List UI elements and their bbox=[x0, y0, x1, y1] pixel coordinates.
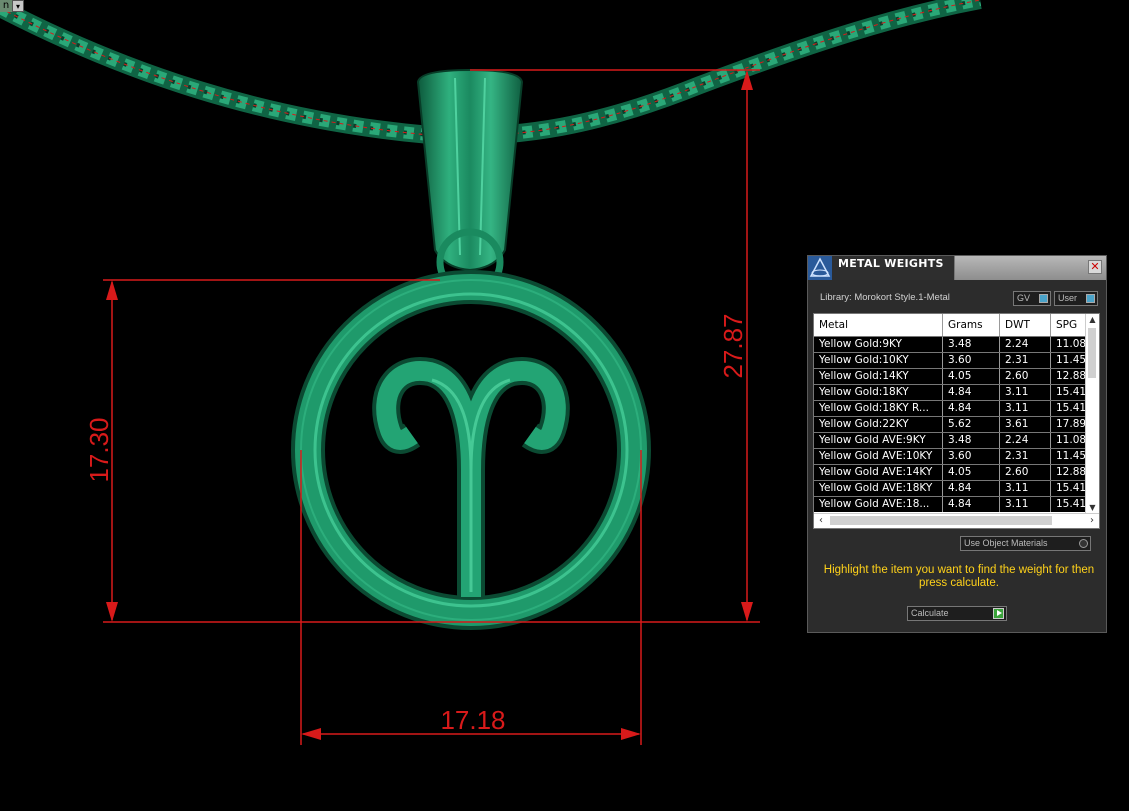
cell-dwt: 2.24 bbox=[1000, 337, 1051, 352]
pendant-bail bbox=[416, 68, 524, 296]
cell-grams: 3.60 bbox=[943, 353, 1000, 368]
cell-grams: 4.84 bbox=[943, 385, 1000, 400]
chevron-down-icon[interactable]: ▾ bbox=[12, 0, 24, 12]
cell-dwt: 2.60 bbox=[1000, 369, 1051, 384]
column-header-grams[interactable]: Grams bbox=[943, 314, 1000, 336]
user-label: User bbox=[1058, 293, 1078, 303]
cell-spg: 11.45 bbox=[1056, 450, 1087, 462]
gv-toggle[interactable]: GV bbox=[1013, 291, 1051, 306]
cell-metal: Yellow Gold:18KY R... bbox=[814, 401, 943, 416]
cell-spg: 15.41 bbox=[1056, 482, 1087, 494]
play-icon bbox=[993, 608, 1004, 619]
viewport-corner-menu[interactable]: n ▾ bbox=[0, 0, 24, 12]
horizontal-scrollbar[interactable]: ‹ › bbox=[814, 513, 1099, 528]
library-label: Library: Morokort Style.1-Metal bbox=[820, 292, 950, 303]
use-object-materials-toggle[interactable]: Use Object Materials bbox=[960, 536, 1091, 551]
table-row[interactable]: Yellow Gold AVE:14KY 4.05 2.60 12.88 bbox=[814, 464, 1087, 480]
scroll-thumb-horizontal[interactable] bbox=[830, 516, 1052, 525]
cell-dwt: 2.31 bbox=[1000, 353, 1051, 368]
table-row[interactable]: Yellow Gold AVE:18... 4.84 3.11 15.41 bbox=[814, 496, 1087, 512]
table-row[interactable]: Yellow Gold AVE:9KY 3.48 2.24 11.08 bbox=[814, 432, 1087, 448]
cell-dwt: 3.11 bbox=[1000, 401, 1051, 416]
table-row[interactable]: Yellow Gold:9KY 3.48 2.24 11.08 bbox=[814, 336, 1087, 352]
cell-grams: 4.84 bbox=[943, 401, 1000, 416]
dimension-height-total: 27.87 bbox=[718, 313, 748, 378]
cell-metal: Yellow Gold:9KY bbox=[814, 337, 943, 352]
table-row[interactable]: Yellow Gold:18KY 4.84 3.11 15.41 bbox=[814, 384, 1087, 400]
aries-symbol bbox=[372, 357, 570, 597]
column-header-metal[interactable]: Metal bbox=[814, 314, 943, 336]
table-row[interactable]: Yellow Gold:18KY R... 4.84 3.11 15.41 bbox=[814, 400, 1087, 416]
cell-dwt: 3.11 bbox=[1000, 497, 1051, 512]
table-row[interactable]: Yellow Gold:10KY 3.60 2.31 11.45 bbox=[814, 352, 1087, 368]
cell-metal: Yellow Gold:22KY bbox=[814, 417, 943, 432]
metal-table[interactable]: Metal Grams DWT SPG Yellow Gold:9KY 3.48 2… bbox=[813, 313, 1100, 529]
cell-spg: 17.89 bbox=[1056, 418, 1087, 430]
panel-title: METAL WEIGHTS bbox=[838, 257, 944, 270]
cell-grams: 4.84 bbox=[943, 497, 1000, 512]
table-header: Metal Grams DWT SPG bbox=[814, 314, 1087, 336]
panel-titlebar[interactable]: METAL WEIGHTS ✕ bbox=[808, 256, 1106, 280]
table-row[interactable]: Yellow Gold AVE:10KY 3.60 2.31 11.45 bbox=[814, 448, 1087, 464]
cell-spg: 11.08 bbox=[1056, 338, 1087, 350]
cell-metal: Yellow Gold AVE:10KY bbox=[814, 449, 943, 464]
cell-spg: 12.88 bbox=[1056, 466, 1087, 478]
cell-metal: Yellow Gold:10KY bbox=[814, 353, 943, 368]
rhino-logo-icon bbox=[808, 256, 832, 280]
user-toggle[interactable]: User bbox=[1054, 291, 1098, 306]
cell-metal: Yellow Gold:18KY bbox=[814, 385, 943, 400]
cell-spg: 15.41 bbox=[1056, 386, 1087, 398]
cell-metal: Yellow Gold AVE:18KY bbox=[814, 481, 943, 496]
scroll-left-icon[interactable]: ‹ bbox=[814, 514, 828, 528]
cell-spg: 15.41 bbox=[1056, 402, 1087, 414]
cell-grams: 4.05 bbox=[943, 369, 1000, 384]
column-header-spg[interactable]: SPG bbox=[1051, 314, 1087, 336]
hint-text: Highlight the item you want to find the … bbox=[823, 564, 1095, 589]
cell-grams: 4.84 bbox=[943, 481, 1000, 496]
cell-metal: Yellow Gold AVE:18... bbox=[814, 497, 943, 512]
cell-metal: Yellow Gold:14KY bbox=[814, 369, 943, 384]
calculate-button[interactable]: Calculate bbox=[907, 606, 1007, 621]
gv-label: GV bbox=[1017, 293, 1031, 303]
cell-grams: 3.48 bbox=[943, 337, 1000, 352]
vertical-scrollbar[interactable]: ▲ ▼ bbox=[1085, 314, 1099, 514]
cell-dwt: 2.60 bbox=[1000, 465, 1051, 480]
scroll-up-icon[interactable]: ▲ bbox=[1086, 314, 1099, 326]
table-row[interactable]: Yellow Gold:22KY 5.62 3.61 17.89 bbox=[814, 416, 1087, 432]
scroll-thumb[interactable] bbox=[1088, 328, 1096, 378]
dimension-height-inner: 17.30 bbox=[84, 417, 114, 482]
cell-grams: 3.48 bbox=[943, 433, 1000, 448]
metal-weights-panel: METAL WEIGHTS ✕ Library: Morokort Style.… bbox=[807, 255, 1107, 633]
cell-spg: 12.88 bbox=[1056, 370, 1087, 382]
calculate-label: Calculate bbox=[911, 608, 949, 618]
cell-dwt: 3.11 bbox=[1000, 385, 1051, 400]
cell-metal: Yellow Gold AVE:14KY bbox=[814, 465, 943, 480]
cell-grams: 3.60 bbox=[943, 449, 1000, 464]
corner-label: n bbox=[0, 0, 12, 12]
table-row[interactable]: Yellow Gold AVE:18KY 4.84 3.11 15.41 bbox=[814, 480, 1087, 496]
scroll-right-icon[interactable]: › bbox=[1085, 514, 1099, 528]
cell-grams: 5.62 bbox=[943, 417, 1000, 432]
cell-spg: 11.45 bbox=[1056, 354, 1087, 366]
table-row[interactable]: Yellow Gold:14KY 4.05 2.60 12.88 bbox=[814, 368, 1087, 384]
cell-metal: Yellow Gold AVE:9KY bbox=[814, 433, 943, 448]
cell-dwt: 3.11 bbox=[1000, 481, 1051, 496]
cell-dwt: 2.31 bbox=[1000, 449, 1051, 464]
cell-dwt: 2.24 bbox=[1000, 433, 1051, 448]
cell-dwt: 3.61 bbox=[1000, 417, 1051, 432]
use-object-materials-label: Use Object Materials bbox=[964, 538, 1048, 548]
column-header-dwt[interactable]: DWT bbox=[1000, 314, 1051, 336]
cell-grams: 4.05 bbox=[943, 465, 1000, 480]
close-icon[interactable]: ✕ bbox=[1088, 260, 1102, 274]
dimension-width: 17.18 bbox=[440, 705, 505, 735]
cell-spg: 15.41 bbox=[1056, 498, 1087, 510]
cell-spg: 11.08 bbox=[1056, 434, 1087, 446]
